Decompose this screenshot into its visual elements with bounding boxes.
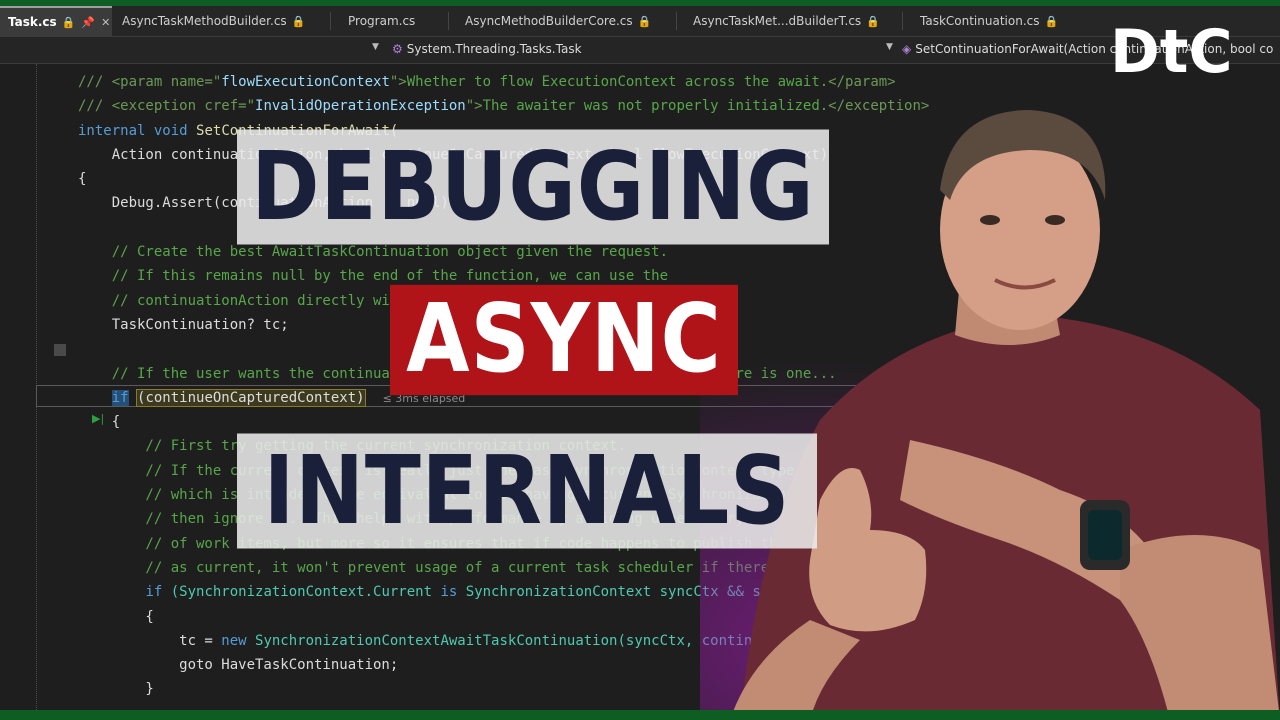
chevron-down-icon[interactable]: ▼: [372, 42, 379, 52]
channel-logo: DtC: [1110, 17, 1233, 86]
thumbnail-title-line-2: ASYNC: [390, 284, 738, 396]
tab-label: AsyncMethodBuilderCore.cs: [465, 14, 633, 28]
thumbnail-title-line-3: INTERNALS: [237, 433, 817, 549]
type-dropdown-label: System.Threading.Tasks.Task: [406, 42, 582, 56]
class-icon: ⚙: [392, 42, 403, 56]
tab-separator: [330, 12, 331, 30]
tab-label: TaskContinuation.cs: [920, 14, 1040, 28]
tab-taskcontinuation[interactable]: TaskContinuation.cs 🔒: [920, 6, 1058, 36]
lock-icon: 🔒: [291, 15, 306, 28]
pin-icon[interactable]: 📌: [81, 16, 95, 29]
method-icon: ◈: [902, 42, 912, 56]
tab-label: Task.cs: [8, 15, 57, 29]
lock-icon: 🔒: [637, 15, 652, 28]
tab-separator: [448, 12, 449, 30]
breakpoint-margin-marker[interactable]: [54, 344, 66, 356]
close-icon[interactable]: ✕: [101, 16, 110, 29]
tab-program-cs[interactable]: Program.cs: [348, 6, 415, 36]
tab-label: AsyncTaskMethodBuilder.cs: [122, 14, 287, 28]
tab-asynctaskmethodbuildert[interactable]: AsyncTaskMet...dBuilderT.cs 🔒: [693, 6, 880, 36]
tab-asynctaskmethodbuilder[interactable]: AsyncTaskMethodBuilder.cs 🔒: [122, 6, 305, 36]
bottom-edge-stripe: [0, 710, 1280, 720]
tab-asyncmethodbuildercore[interactable]: AsyncMethodBuilderCore.cs 🔒: [465, 6, 651, 36]
thumbnail-title-line-1: DEBUGGING: [237, 129, 829, 245]
tab-label: Program.cs: [348, 14, 416, 28]
lock-icon: 🔒: [1044, 15, 1059, 28]
chevron-down-icon[interactable]: ▼: [886, 42, 893, 52]
navigation-bar: ▼ ⚙ System.Threading.Tasks.Task ▼ ◈ SetCon…: [0, 37, 1280, 64]
lock-icon: 🔒: [866, 15, 880, 28]
tab-task-cs[interactable]: Task.cs 🔒 📌 ✕: [0, 6, 112, 36]
lock-icon: 🔒: [61, 16, 76, 29]
tab-separator: [676, 12, 677, 30]
editor-tab-bar: Task.cs 🔒 📌 ✕ AsyncTaskMethodBuilder.cs 🔒 Pr…: [0, 6, 1280, 37]
tab-separator: [902, 12, 903, 30]
tab-label: AsyncTaskMet...dBuilderT.cs: [693, 14, 862, 28]
type-dropdown[interactable]: ⚙ System.Threading.Tasks.Task: [392, 42, 582, 56]
logo-text: DtC: [1110, 17, 1233, 86]
